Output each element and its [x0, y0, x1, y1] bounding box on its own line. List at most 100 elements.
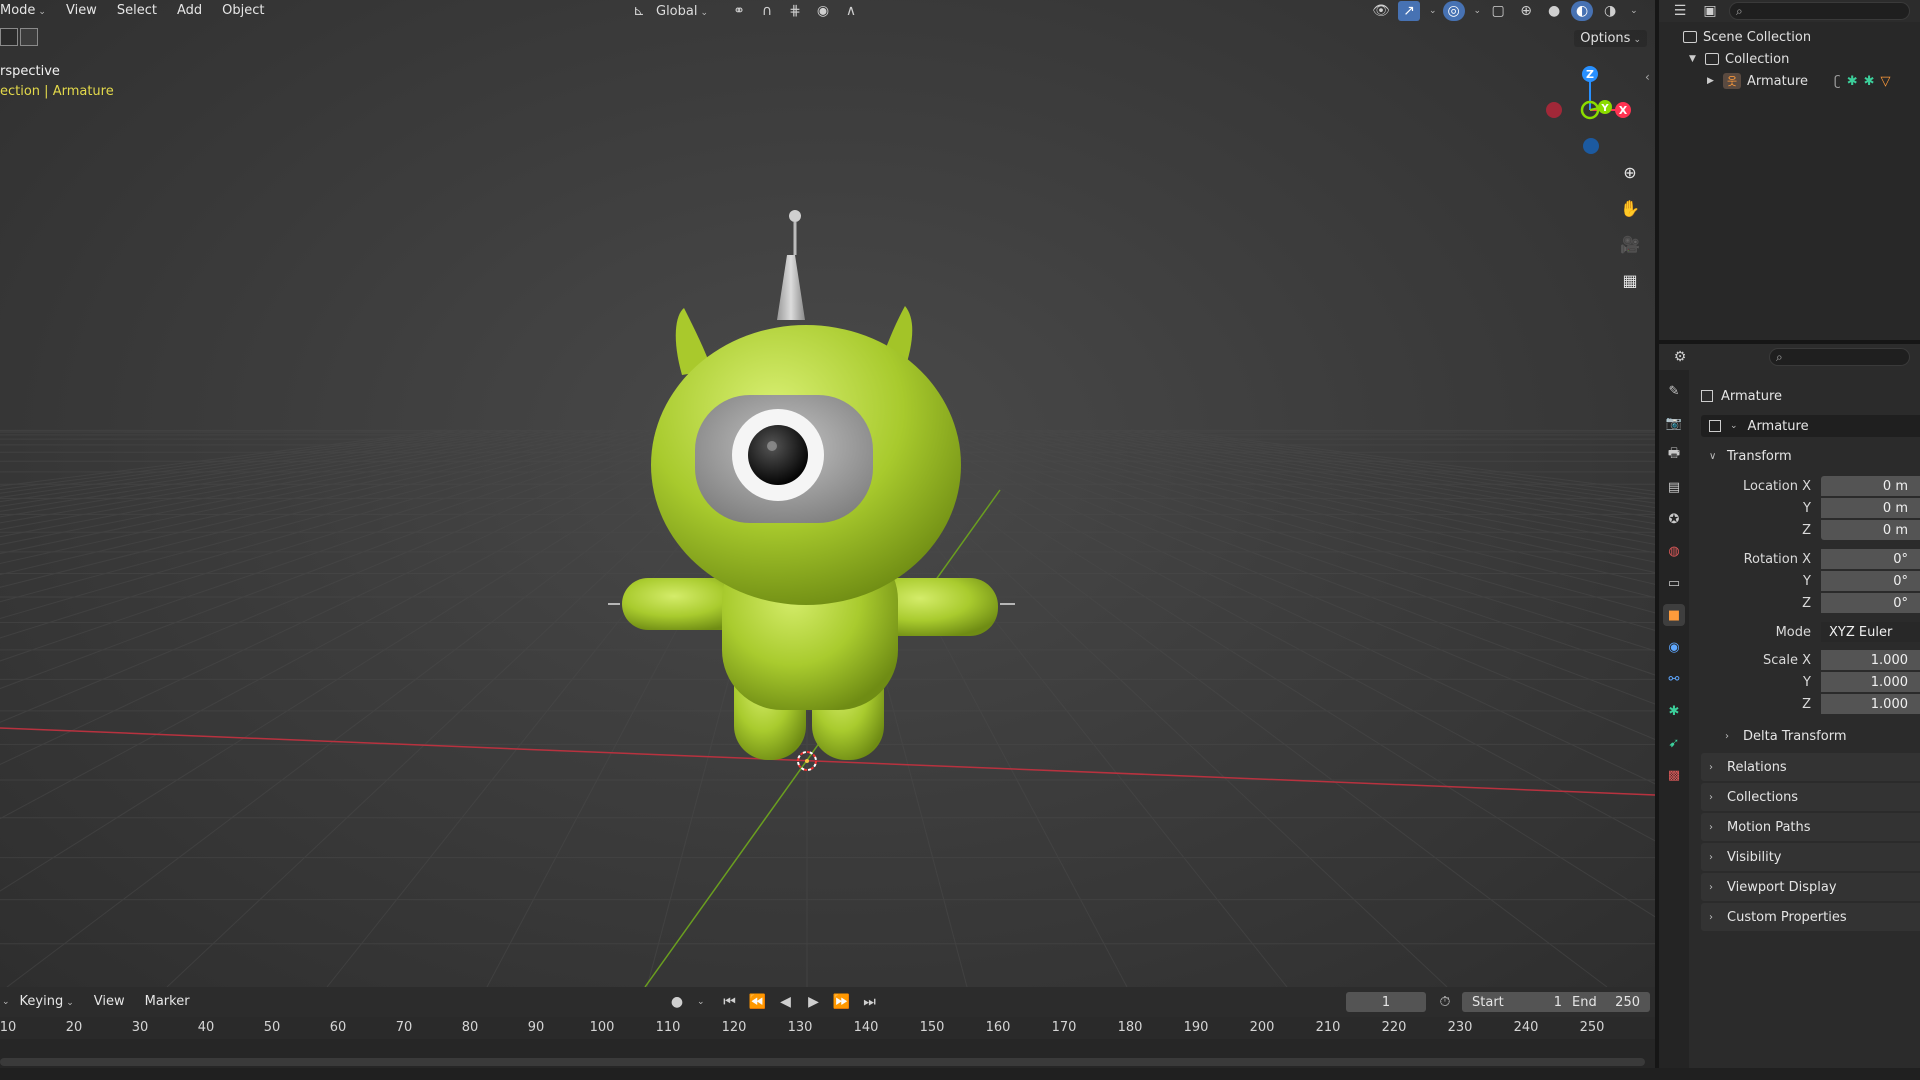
rotation-x-field[interactable]: 0°	[1821, 549, 1920, 569]
overlay-toggle-icon[interactable]: ◎	[1442, 1, 1465, 21]
rotation-y-label: Y	[1803, 573, 1811, 589]
navigation-gizmo[interactable]: Z X Y	[1545, 60, 1635, 160]
solid-shading-icon[interactable]: ●	[1543, 1, 1565, 21]
rotation-z-field[interactable]: 0°	[1821, 593, 1920, 613]
view-layer-tab-icon[interactable]: ▤	[1663, 476, 1685, 498]
transform-panel-header[interactable]: ∨ Transform	[1701, 442, 1920, 470]
pivot-icon[interactable]: ⚭	[728, 1, 750, 21]
rendered-shading-icon[interactable]: ◑	[1599, 1, 1621, 21]
stopwatch-icon[interactable]: ⏱	[1434, 992, 1456, 1012]
outliner-scene-collection[interactable]: Scene Collection	[1683, 26, 1811, 48]
keying-dropdown[interactable]: Keying ⌄	[10, 992, 84, 1013]
falloff-icon[interactable]: ∧	[840, 1, 862, 21]
custom-properties-title: Custom Properties	[1727, 909, 1847, 925]
relations-panel[interactable]: › Relations	[1701, 753, 1920, 781]
jump-keyframe-forward-icon[interactable]: ⏩	[831, 992, 853, 1012]
timeline-view-menu[interactable]: View	[84, 992, 135, 1012]
custom-properties-panel[interactable]: › Custom Properties	[1701, 903, 1920, 931]
scale-x-field[interactable]: 1.000	[1821, 650, 1920, 670]
object-name-field[interactable]: ⌄ Armature	[1701, 415, 1920, 437]
render-tab-icon[interactable]: 📷	[1663, 412, 1685, 434]
bone-icon[interactable]: ✱	[1847, 74, 1858, 89]
options-dropdown[interactable]: Options ⌄	[1574, 30, 1647, 47]
location-z-field[interactable]: 0 m	[1821, 520, 1920, 540]
pan-hand-icon[interactable]: ✋	[1616, 194, 1644, 222]
xray-icon[interactable]: ▢	[1487, 1, 1509, 21]
collections-panel[interactable]: › Collections	[1701, 783, 1920, 811]
output-tab-icon[interactable]: 🖶	[1663, 444, 1685, 466]
transform-orientation-dropdown[interactable]: Global ⌄	[656, 4, 708, 19]
select-new-icon[interactable]	[0, 28, 18, 46]
armature-label: Armature	[1747, 73, 1809, 89]
outliner-armature[interactable]: ▶ 웃 Armature ʗ ✱ ✱ ▽	[1707, 70, 1920, 92]
outliner-collection[interactable]: ▼ Collection	[1689, 48, 1789, 70]
armature-data-icon[interactable]: ✱	[1864, 74, 1875, 89]
location-y-field[interactable]: 0 m	[1821, 498, 1920, 518]
motion-paths-panel[interactable]: › Motion Paths	[1701, 813, 1920, 841]
snap-target-icon[interactable]: ⋕	[784, 1, 806, 21]
object-type-icon[interactable]	[1709, 420, 1721, 432]
jump-end-icon[interactable]: ⏭	[859, 992, 881, 1012]
snap-icon[interactable]: ∩	[756, 1, 778, 21]
jump-start-icon[interactable]: ⏮	[719, 992, 741, 1012]
camera-view-icon[interactable]: 🎥	[1616, 230, 1644, 258]
wireframe-shading-icon[interactable]: ⊕	[1515, 1, 1537, 21]
expand-right-icon[interactable]: ▶	[1707, 76, 1717, 86]
rotation-y-field[interactable]: 0°	[1821, 571, 1920, 591]
pose-icon[interactable]: ʗ	[1834, 74, 1841, 89]
jump-keyframe-back-icon[interactable]: ⏪	[747, 992, 769, 1012]
end-frame-field[interactable]: End 250	[1562, 992, 1650, 1012]
constraints-tab-icon[interactable]: ⚯	[1663, 668, 1685, 690]
menu-view[interactable]: View	[56, 1, 107, 21]
outliner-search-input[interactable]: ⌕	[1729, 2, 1910, 20]
delta-transform-panel[interactable]: › Delta Transform	[1717, 722, 1920, 750]
ortho-toggle-icon[interactable]: ▦	[1616, 266, 1644, 294]
zoom-icon[interactable]: ⊕	[1616, 158, 1644, 186]
scene-tab-icon[interactable]: ✪	[1663, 508, 1685, 530]
proportional-edit-icon[interactable]: ◉	[812, 1, 834, 21]
timeline-ruler[interactable]: 10 20 30 40 50 60 70 80 90 100 110 120 130 140 150 160 1…	[0, 1017, 1655, 1039]
menu-object[interactable]: Object	[212, 1, 274, 21]
play-reverse-icon[interactable]: ◀	[775, 992, 797, 1012]
world-tab-icon[interactable]: ◍	[1663, 540, 1685, 562]
object-tab-icon[interactable]: ■	[1663, 604, 1685, 626]
rotation-mode-dropdown[interactable]: XYZ Euler	[1821, 622, 1920, 642]
menu-add[interactable]: Add	[167, 1, 212, 21]
bone-tab-icon[interactable]: ➹	[1663, 732, 1685, 754]
location-y-label: Y	[1803, 500, 1811, 516]
display-mode-icon[interactable]: ▣	[1699, 1, 1721, 21]
record-icon[interactable]: ●	[666, 992, 688, 1012]
gizmo-toggle-icon[interactable]: ↗	[1398, 1, 1420, 21]
physics-tab-icon[interactable]: ◉	[1663, 636, 1685, 658]
start-frame-field[interactable]: Start 1	[1462, 992, 1572, 1012]
scale-z-field[interactable]: 1.000	[1821, 694, 1920, 714]
current-frame-field[interactable]: 1	[1346, 992, 1426, 1012]
properties-editor-type-icon[interactable]: ⚙	[1669, 347, 1691, 367]
menu-select[interactable]: Select	[107, 1, 167, 21]
frame-tick-label: 100	[589, 1020, 615, 1035]
texture-tab-icon[interactable]: ▩	[1663, 764, 1685, 786]
properties-search-input[interactable]: ⌕	[1769, 348, 1910, 366]
sidebar-toggle-icon[interactable]: ‹	[1645, 70, 1650, 84]
tool-tab-icon[interactable]: ✎	[1663, 380, 1685, 402]
editor-type-icon[interactable]: ☰	[1669, 1, 1691, 21]
frame-tick-label: 80	[461, 1020, 479, 1035]
armature-data-tab-icon[interactable]: ✱	[1663, 700, 1685, 722]
modifier-icon[interactable]: ▽	[1881, 74, 1891, 89]
select-extend-icon[interactable]	[20, 28, 38, 46]
3d-viewport[interactable]: Mode ⌄ View Select Add Object ⊾ Global ⌄ ⚭…	[0, 0, 1655, 987]
visibility-panel[interactable]: › Visibility	[1701, 843, 1920, 871]
timeline-scrollbar[interactable]	[0, 1058, 1645, 1066]
location-x-field[interactable]: 0 m	[1821, 476, 1920, 496]
scale-y-field[interactable]: 1.000	[1821, 672, 1920, 692]
collections-title: Collections	[1727, 789, 1799, 805]
expand-down-icon[interactable]: ▼	[1689, 54, 1699, 64]
material-shading-icon[interactable]: ◐	[1571, 1, 1594, 21]
timeline-marker-menu[interactable]: Marker	[135, 992, 200, 1012]
collection-tab-icon[interactable]: ▭	[1663, 572, 1685, 594]
play-icon[interactable]: ▶	[803, 992, 825, 1012]
viewport-display-panel[interactable]: › Viewport Display	[1701, 873, 1920, 901]
visibility-icon[interactable]: 👁	[1370, 1, 1392, 21]
active-object-path: ection | Armature	[0, 84, 114, 99]
mode-dropdown[interactable]: Mode ⌄	[0, 1, 56, 22]
